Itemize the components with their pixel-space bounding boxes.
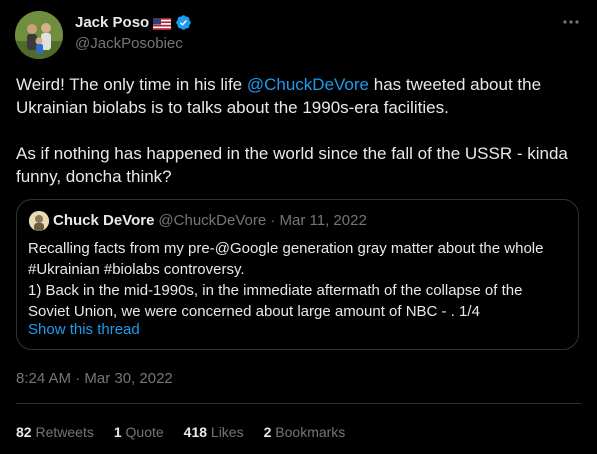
show-thread-link[interactable]: Show this thread xyxy=(28,321,140,338)
engagement-stats: 82 Retweets 1 Quote 418 Likes 2 Bookmark… xyxy=(16,424,345,440)
quoted-tweet-header: Chuck DeVore @ChuckDeVore · Mar 11, 2022 xyxy=(53,212,367,229)
bookmarks-label: Bookmarks xyxy=(275,424,346,440)
quoted-author-meta: @ChuckDeVore · Mar 11, 2022 xyxy=(158,212,367,229)
quoted-line: Recalling facts from my pre-@Google gene… xyxy=(28,240,544,257)
tweet-paragraph-1: Weird! The only time in his life @ChuckD… xyxy=(16,73,576,119)
tweet-timestamp[interactable]: 8:24 AM · Mar 30, 2022 xyxy=(16,370,173,387)
bookmarks-count: 2 xyxy=(263,424,272,440)
us-flag-icon xyxy=(153,17,172,30)
author-avatar[interactable] xyxy=(15,11,63,59)
quotes-label: Quote xyxy=(125,424,164,440)
author-name[interactable]: Jack Poso xyxy=(75,14,149,31)
quotes-count: 1 xyxy=(113,424,122,440)
more-icon[interactable] xyxy=(561,12,581,32)
quoted-tweet-card[interactable]: Chuck DeVore @ChuckDeVore · Mar 11, 2022… xyxy=(16,199,579,350)
quoted-line: 1) Back in the mid-1990s, in the immedia… xyxy=(28,282,523,299)
verified-badge-icon xyxy=(175,14,192,31)
likes-stat[interactable]: 418 Likes xyxy=(184,424,244,440)
retweets-count: 82 xyxy=(16,424,32,440)
author-name-row[interactable]: Jack Poso xyxy=(75,14,192,31)
quoted-line: Soviet Union, we were concerned about la… xyxy=(28,303,480,320)
avatar-image xyxy=(15,11,63,59)
quoted-tweet-text: Recalling facts from my pre-@Google gene… xyxy=(28,238,573,322)
quoted-author-name: Chuck DeVore xyxy=(53,212,155,229)
mention-link[interactable]: @ChuckDeVore xyxy=(247,75,369,94)
likes-count: 418 xyxy=(183,424,208,440)
author-handle[interactable]: @JackPosobiec xyxy=(75,35,183,52)
retweets-label: Retweets xyxy=(35,424,94,440)
quotes-stat[interactable]: 1 Quote xyxy=(114,424,164,440)
likes-label: Likes xyxy=(210,424,244,440)
tweet-text-part: Weird! The only time in his life xyxy=(16,75,247,94)
retweets-stat[interactable]: 82 Retweets xyxy=(16,424,94,440)
tweet-paragraph-2: As if nothing has happened in the world … xyxy=(16,144,568,186)
quoted-line: #Ukrainian #biolabs controversy. xyxy=(28,261,245,278)
bookmarks-stat[interactable]: 2 Bookmarks xyxy=(264,424,346,440)
divider xyxy=(16,403,581,404)
quoted-author-avatar xyxy=(29,211,49,231)
tweet-text: Weird! The only time in his life @ChuckD… xyxy=(16,73,576,188)
